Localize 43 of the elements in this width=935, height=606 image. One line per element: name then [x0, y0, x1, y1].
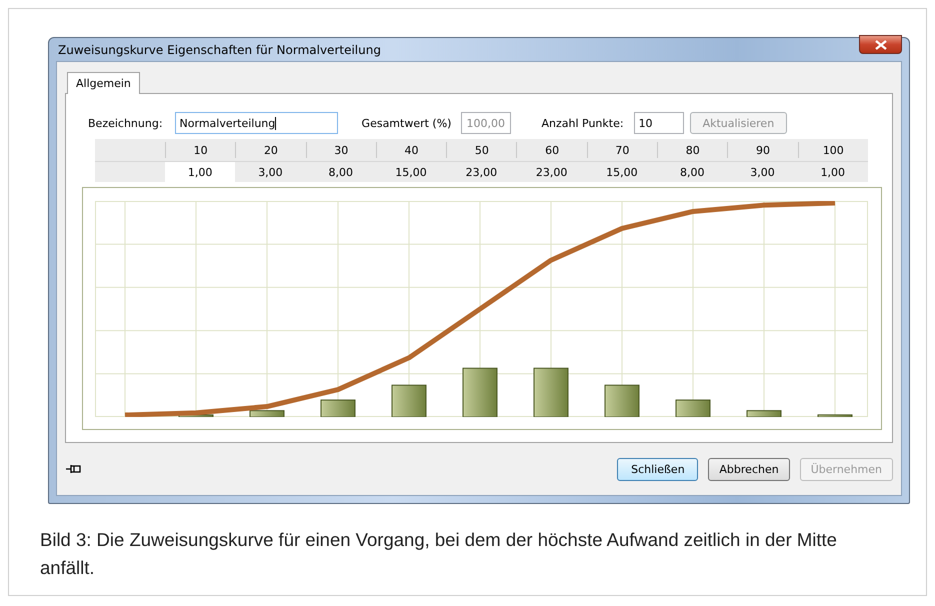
close-icon — [874, 40, 886, 50]
table-cell[interactable]: 3,00 — [727, 162, 798, 182]
chart-bar — [534, 368, 568, 417]
field-label: Gesamtwert (%) — [362, 116, 452, 130]
tab[interactable]: Allgemein — [67, 72, 140, 94]
table-cell[interactable]: 15,00 — [376, 162, 446, 182]
column-header: 20 — [235, 142, 306, 158]
chart-bar — [462, 368, 498, 417]
table-cell[interactable]: 15,00 — [586, 162, 658, 182]
column-header: 60 — [516, 142, 587, 158]
table-cell[interactable]: 3,00 — [235, 162, 306, 182]
column-header: 40 — [376, 142, 446, 158]
column-header: 30 — [306, 142, 376, 158]
chart-bar — [604, 384, 640, 417]
dialog-button[interactable]: Abbrechen — [708, 458, 790, 480]
column-header: 50 — [446, 142, 516, 158]
table-cell[interactable]: 8,00 — [657, 162, 728, 182]
close-button[interactable] — [859, 35, 902, 54]
chart-bar — [818, 414, 852, 417]
name-input-field[interactable]: Normalverteilung — [174, 112, 338, 134]
chart-bar — [320, 400, 356, 417]
column-header: 10 — [165, 142, 236, 158]
column-header: 80 — [657, 142, 728, 158]
chart-bar — [676, 400, 710, 417]
table-cell[interactable]: 8,00 — [306, 162, 376, 182]
chart-bar — [178, 414, 214, 417]
chart-bar — [392, 384, 426, 417]
chart-bar — [746, 410, 782, 417]
table-cell[interactable]: 1,00 — [798, 162, 868, 182]
table-cell[interactable]: 1,00 — [165, 162, 236, 182]
pin-icon[interactable] — [66, 463, 82, 475]
chart-bar — [250, 410, 284, 417]
figure-caption: Bild 3: Die Zuweisungskurve für einen Vorgang, bei dem der höchste Aufwand zeitlich in der Mitte anfällt. — [40, 528, 838, 580]
field-label: Anzahl Punkte: — [541, 116, 624, 130]
column-header: 70 — [586, 142, 658, 158]
table-cell[interactable]: 23,00 — [516, 162, 587, 182]
column-header: 100 — [798, 142, 868, 158]
window-title: Zuweisungskurve Eigenschaften für Normalverteilung — [57, 42, 381, 56]
column-header: 90 — [727, 142, 798, 158]
table-cell[interactable]: 23,00 — [446, 162, 516, 182]
field-label: Bezeichnung: — [88, 116, 163, 130]
dialog-button[interactable]: Schließen — [617, 458, 698, 480]
points-input-field[interactable]: 10 — [634, 112, 684, 134]
